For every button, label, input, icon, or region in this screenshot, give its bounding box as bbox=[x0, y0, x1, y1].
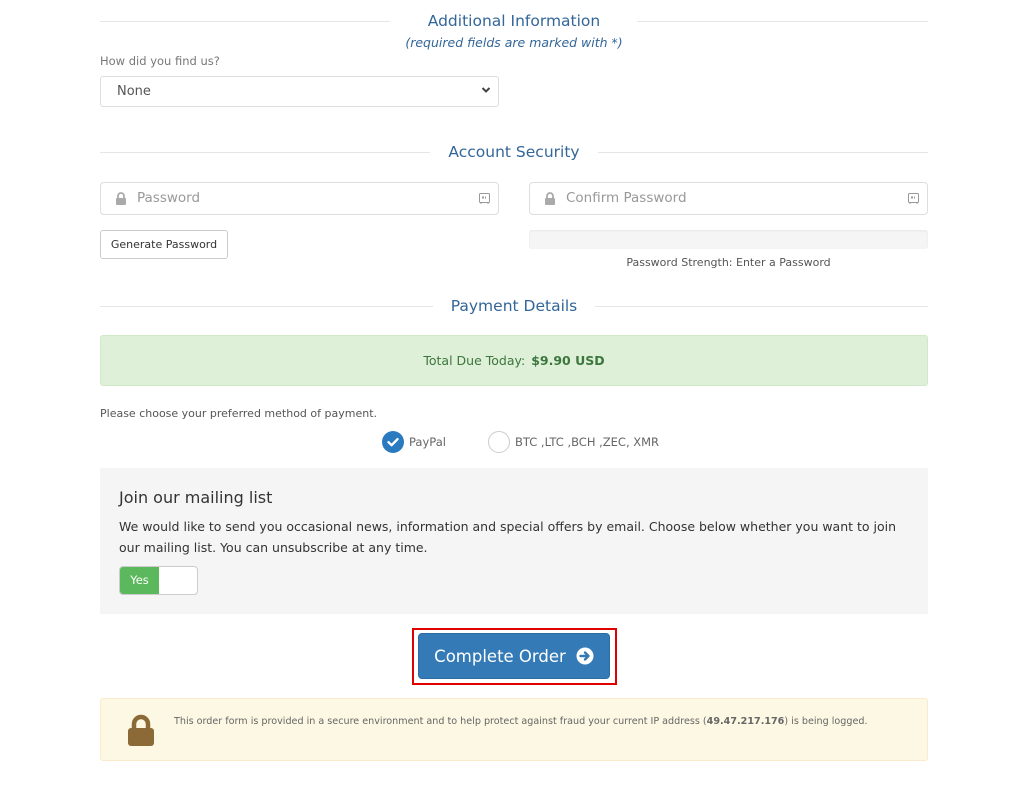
payment-option-label: BTC ,LTC ,BCH ,ZEC, XMR bbox=[515, 435, 660, 449]
confirm-password-placeholder: Confirm Password bbox=[566, 190, 687, 206]
required-fields-note: (required fields are marked with *) bbox=[405, 35, 623, 50]
password-placeholder: Password bbox=[137, 190, 201, 206]
payment-details-header: Payment Details bbox=[100, 296, 928, 316]
chevron-down-icon bbox=[481, 87, 491, 93]
radio-unchecked-icon[interactable] bbox=[488, 431, 510, 453]
payment-method-prompt: Please choose your preferred method of p… bbox=[100, 407, 377, 420]
complete-order-button[interactable]: Complete Order bbox=[418, 633, 610, 679]
payment-option-crypto[interactable]: BTC ,LTC ,BCH ,ZEC, XMR bbox=[488, 431, 659, 453]
section-title: Payment Details bbox=[432, 297, 596, 315]
mailing-list-description: We would like to send you occasional new… bbox=[119, 519, 897, 555]
total-due-box: Total Due Today: $9.90 USD bbox=[100, 335, 928, 386]
lock-icon bbox=[545, 192, 555, 205]
mailing-list-panel: Join our mailing list We would like to s… bbox=[100, 468, 928, 614]
lock-icon bbox=[116, 192, 126, 205]
section-title: Account Security bbox=[430, 143, 598, 161]
account-security-header: Account Security bbox=[100, 142, 928, 162]
mailing-list-title: Join our mailing list bbox=[119, 488, 273, 507]
find-us-select[interactable]: None bbox=[100, 76, 499, 107]
ip-address: 49.47.217.176 bbox=[706, 716, 785, 727]
section-title: Additional Information bbox=[409, 12, 619, 30]
security-notice: This order form is provided in a secure … bbox=[100, 698, 928, 761]
password-input[interactable]: Password bbox=[100, 182, 499, 215]
lock-icon bbox=[128, 714, 154, 746]
generate-password-button[interactable]: Generate Password bbox=[100, 230, 228, 259]
notice-text: This order form is provided in a secure … bbox=[174, 716, 707, 727]
password-strength-bar bbox=[529, 230, 928, 249]
total-due-value: $9.90 USD bbox=[531, 353, 605, 368]
additional-info-header: Additional Information bbox=[100, 11, 928, 31]
radio-checked-icon[interactable] bbox=[382, 431, 404, 453]
total-due-label: Total Due Today: bbox=[423, 353, 526, 368]
notice-text: ) is being logged. bbox=[784, 716, 868, 727]
password-manager-icon[interactable] bbox=[908, 193, 919, 204]
find-us-label: How did you find us? bbox=[100, 54, 220, 68]
complete-order-label: Complete Order bbox=[434, 646, 566, 666]
password-manager-icon[interactable] bbox=[479, 193, 490, 204]
payment-option-label: PayPal bbox=[409, 435, 446, 449]
confirm-password-input[interactable]: Confirm Password bbox=[529, 182, 928, 215]
mailing-list-toggle[interactable]: Yes bbox=[119, 566, 198, 595]
payment-option-paypal[interactable]: PayPal bbox=[382, 431, 446, 453]
arrow-circle-right-icon bbox=[576, 647, 594, 665]
security-notice-text: This order form is provided in a secure … bbox=[174, 716, 868, 727]
toggle-on-label: Yes bbox=[120, 567, 159, 594]
password-strength-text: Password Strength: Enter a Password bbox=[626, 256, 831, 269]
find-us-value: None bbox=[117, 84, 151, 99]
